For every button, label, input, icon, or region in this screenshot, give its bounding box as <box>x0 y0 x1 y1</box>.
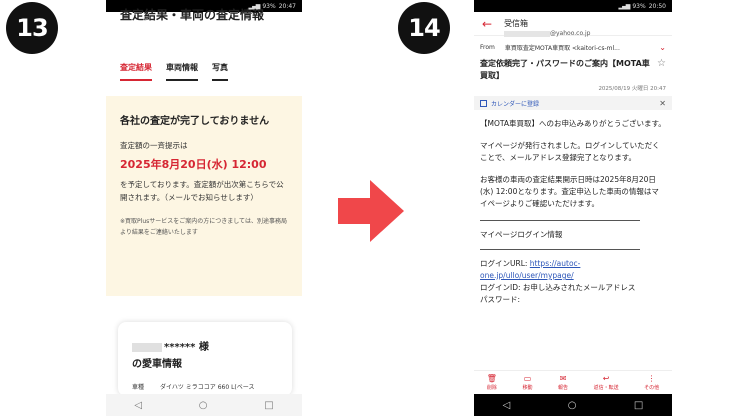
reply-icon: ↩ <box>602 374 610 383</box>
tab-vehicle-info[interactable]: 車両情報 <box>166 62 198 81</box>
calendar-icon <box>480 99 487 107</box>
user-name: ****** 様 <box>132 338 278 353</box>
assessment-notice: 各社の査定が完了しておりません 査定額の一斉提示は 2025年8月20日(水) … <box>106 96 302 296</box>
home-nav-icon[interactable]: ○ <box>568 400 577 411</box>
mail-body: 【MOTA車買取】へのお申込みありがとうございます。 マイページが発行されました… <box>474 110 672 314</box>
car-model-row: 車種 ダイハツ ミラココア 660 L(ベース <box>132 382 278 391</box>
clock: 20:50 <box>648 2 666 10</box>
recents-nav-icon[interactable]: □ <box>634 400 643 411</box>
mail-date: 2025/08/19 火曜日 20:47 <box>598 86 666 92</box>
clock: 20:47 <box>278 2 296 10</box>
mail-subject: 査定依頼完了・パスワードのご案内【MOTA車買取】 ☆ <box>474 54 672 86</box>
body-paragraph: お客様の車両の査定結果開示日時は2025年8月20日(水) 12:00となります… <box>480 175 659 208</box>
reply-forward-button[interactable]: ↩ 返信・転送 <box>594 374 619 391</box>
user-suffix: ****** 様 <box>164 342 209 353</box>
move-button[interactable]: ▭ 移動 <box>522 374 532 391</box>
notice-footnote: ※買取Plusサービスをご案内の方につきましては、別途事務局より結果をご連絡いた… <box>120 218 287 236</box>
tool-label: 移動 <box>522 385 533 391</box>
inbox-title: 受信箱 <box>504 19 529 28</box>
mail-toolbar: 🗑 削除 ▭ 移動 ✉ 報告 ↩ 返信・転送 ⋮ その他 <box>474 370 672 394</box>
report-button[interactable]: ✉ 報告 <box>558 374 568 391</box>
close-icon[interactable]: ✕ <box>659 99 666 108</box>
status-bar: ▂▄▆ 93% 20:50 <box>474 0 672 12</box>
star-icon[interactable]: ☆ <box>657 58 666 82</box>
delete-button[interactable]: 🗑 削除 <box>487 374 497 391</box>
masked-address <box>504 30 550 37</box>
login-id-line: ログインID: お申し込みされたメールアドレス <box>480 283 636 292</box>
page-title: 査定結果・車両の査定情報 <box>120 8 265 22</box>
masked-name <box>132 342 162 352</box>
back-arrow-icon[interactable]: ← <box>482 17 492 31</box>
right-arrow-icon <box>338 180 404 242</box>
tab-bar: 査定結果 車両情報 写真 <box>120 62 228 81</box>
divider <box>480 249 640 250</box>
body-paragraph: 【MOTA車買取】へのお申込みありがとうございます。 <box>480 119 666 128</box>
battery-level: 93% <box>632 2 646 10</box>
from-value: 車買取査定MOTA車買取 <kaitori-cs-ml... <box>504 45 620 52</box>
card-heading: の愛車情報 <box>132 359 182 370</box>
tool-label: 削除 <box>486 385 497 391</box>
notice-line: 査定額の一斉提示は <box>120 141 188 150</box>
notice-line: を予定しております。査定額が出次第こちらで公開されます。（メールでお知らせします… <box>120 180 284 202</box>
tool-label: 報告 <box>558 385 569 391</box>
from-label: From <box>480 44 495 51</box>
calendar-label[interactable]: カレンダーに登録 <box>491 99 539 108</box>
trash-icon: 🗑 <box>486 374 497 383</box>
account-domain: @yahoo.co.jp <box>550 30 591 37</box>
back-nav-icon[interactable]: ◁ <box>134 400 142 411</box>
step-number: 14 <box>408 14 440 42</box>
report-icon: ✉ <box>559 374 567 383</box>
divider <box>480 220 640 221</box>
home-nav-icon[interactable]: ○ <box>199 400 208 411</box>
battery-level: 93% <box>262 2 276 10</box>
notice-date: 2025年8月20日(水) 12:00 <box>120 158 267 171</box>
subject-text: 査定依頼完了・パスワードのご案内【MOTA車買取】 <box>480 59 650 80</box>
chevron-down-icon[interactable]: ⌄ <box>659 43 666 52</box>
login-url-line: ログインURL: https://autoc-one.jp/ullo/user/… <box>480 258 666 282</box>
right-phone-screen: ▂▄▆ 93% 20:50 ← 受信箱 @yahoo.co.jp From 車買… <box>474 0 672 416</box>
row-label: 車種 <box>132 384 145 391</box>
more-icon: ⋮ <box>647 374 656 383</box>
login-info-title: マイページログイン情報 <box>480 230 563 239</box>
step-number: 13 <box>16 14 48 42</box>
tool-label: 返信・転送 <box>593 385 619 391</box>
tab-result[interactable]: 査定結果 <box>120 62 152 81</box>
tutorial-slide: 13 14 ▂▄▆ 93% 20:47 査定結果・車両の査定情報 査定結果 車両… <box>0 0 740 416</box>
signal-icon: ▂▄▆ <box>618 2 631 10</box>
back-nav-icon[interactable]: ◁ <box>503 400 511 411</box>
row-value: ダイハツ ミラココア 660 L(ベース <box>160 384 255 391</box>
body-paragraph: マイページが発行されました。ログインしていただくことで、メールアドレス登録完了と… <box>480 141 660 162</box>
step-13-badge: 13 <box>6 2 58 54</box>
recents-nav-icon[interactable]: □ <box>264 400 273 411</box>
account-address: @yahoo.co.jp <box>474 30 672 37</box>
folder-icon: ▭ <box>523 374 532 383</box>
password-line: パスワード: <box>480 295 521 304</box>
car-info-card: ****** 様 の愛車情報 車種 ダイハツ ミラココア 660 L(ベース <box>118 322 292 396</box>
url-label: ログインURL: <box>480 259 530 268</box>
notice-heading: 各社の査定が完了しておりません <box>120 116 270 127</box>
left-phone-screen: ▂▄▆ 93% 20:47 査定結果・車両の査定情報 査定結果 車両情報 写真 … <box>106 0 302 416</box>
tool-label: その他 <box>644 385 660 391</box>
from-row: From 車買取査定MOTA車買取 <kaitori-cs-ml... ⌄ <box>474 37 672 54</box>
android-nav-bar: ◁ ○ □ <box>106 394 302 416</box>
tab-photos[interactable]: 写真 <box>212 62 228 81</box>
calendar-bar[interactable]: カレンダーに登録 ✕ <box>474 96 672 110</box>
more-button[interactable]: ⋮ その他 <box>644 374 659 391</box>
android-nav-bar: ◁ ○ □ <box>474 394 672 416</box>
step-14-badge: 14 <box>398 2 450 54</box>
